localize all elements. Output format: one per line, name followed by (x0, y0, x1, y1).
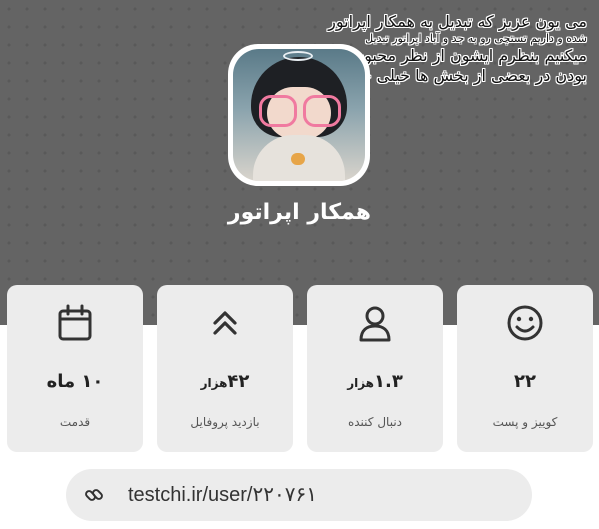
stat-card-followers[interactable]: ۱.۳هزار دنبال کننده (307, 285, 443, 452)
profile-link-bar[interactable]: testchi.ir/user/۲۲۰۷۶۱ (66, 469, 532, 521)
avatar-image (233, 49, 365, 181)
stat-value: ۲۲ (514, 371, 536, 392)
stat-label: کوییز و پست (492, 415, 558, 429)
stat-card-quizzes-posts[interactable]: ۲۲ کوییز و پست (457, 285, 593, 452)
link-icon (85, 489, 103, 501)
stat-value: ۱۰ ماه (46, 371, 104, 392)
stat-label: بازدید پروفایل (190, 415, 260, 429)
chevrons-up-icon (213, 311, 237, 335)
calendar-icon (58, 304, 92, 341)
smile-icon (507, 305, 543, 341)
stat-value: ۴۲هزار (200, 371, 250, 392)
stat-card-membership: ۱۰ ماه قدمت (7, 285, 143, 452)
user-icon (359, 306, 391, 342)
stat-value: ۱.۳هزار (347, 371, 403, 392)
stat-label: قدمت (59, 415, 91, 429)
caption-line: می یون عزیز که تبدیل به همکار اپراتور (328, 12, 587, 31)
stat-card-profile-views: ۴۲هزار بازدید پروفایل (157, 285, 293, 452)
stat-label: دنبال کننده (347, 415, 403, 429)
avatar[interactable] (228, 44, 370, 186)
profile-url[interactable]: testchi.ir/user/۲۲۰۷۶۱ (128, 482, 317, 507)
username: همکار اپراتور (227, 200, 372, 225)
